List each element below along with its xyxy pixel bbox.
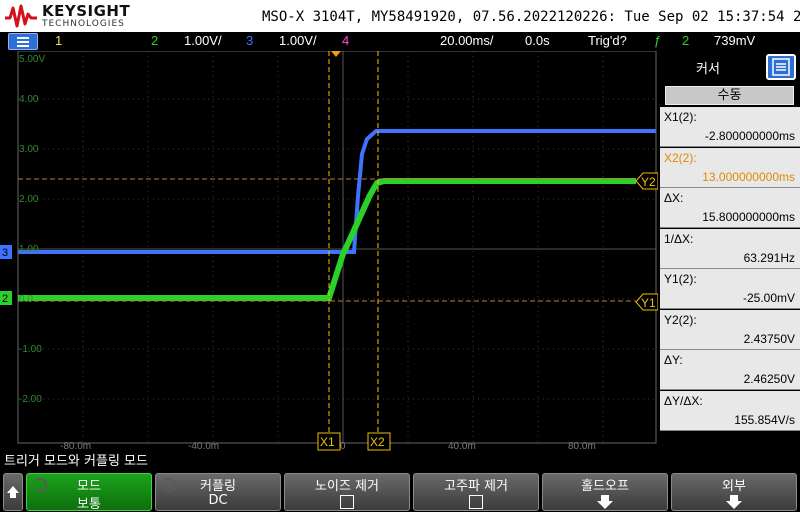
softkey-bar: 모드 보통 커플링 DC 노이즈 제거 고주파 제거 홀드오프 외부 bbox=[0, 472, 800, 512]
measurement-value: 13.000000000ms bbox=[702, 169, 795, 184]
y-axis-label: 2.00 bbox=[19, 194, 39, 205]
panel-menu-button[interactable] bbox=[766, 54, 796, 80]
instrument-title: MSO-X 3104T, MY58491920, 07.56.202212022… bbox=[262, 9, 800, 25]
trigger-level[interactable]: 739mV bbox=[714, 33, 755, 48]
header: KEYSIGHT TECHNOLOGIES MSO-X 3104T, MY584… bbox=[0, 0, 800, 32]
measurement-row: 1/ΔX: 63.291Hz bbox=[660, 228, 800, 269]
x-axis-label: 80.0m bbox=[568, 441, 596, 451]
up-arrow-icon bbox=[7, 486, 19, 498]
measurement-value: 15.800000000ms bbox=[702, 210, 795, 224]
measurement-row: X1(2): -2.800000000ms bbox=[660, 107, 800, 147]
x-axis-label: -40.0m bbox=[188, 441, 219, 451]
down-arrow-icon bbox=[597, 495, 613, 509]
time-delay[interactable]: 0.0s bbox=[525, 33, 550, 48]
timebase[interactable]: 20.00ms/ bbox=[440, 33, 493, 48]
measurement-row: ΔY: 2.46250V bbox=[660, 350, 800, 390]
cursor-x1-tag-label: X1 bbox=[320, 435, 335, 449]
y-axis-label: 5.00V bbox=[19, 54, 45, 65]
coupling-softkey-label: 커플링 bbox=[200, 479, 236, 494]
x-axis-label: 40.0m bbox=[448, 441, 476, 451]
trigger-status: Trig'd? bbox=[588, 33, 627, 48]
hf-reject-checkbox[interactable] bbox=[469, 495, 483, 509]
measurement-value: 155.854V/s bbox=[734, 412, 795, 427]
waveform-display[interactable]: Y2 Y1 X1 X2 3 2 5.00V 4.00 3.00 2.00 1.00 0.0… bbox=[0, 51, 658, 451]
cursor-mode-button[interactable]: 수동 bbox=[665, 86, 794, 105]
y-axis-label: 4.00 bbox=[19, 94, 39, 105]
measurement-label: ΔY: bbox=[664, 353, 683, 367]
channel-2-ground-label: 2 bbox=[2, 293, 8, 305]
external-label: 외부 bbox=[722, 479, 746, 494]
measurement-row: Y1(2): -25.00mV bbox=[660, 269, 800, 309]
measurement-label: Y2(2): bbox=[664, 312, 697, 327]
main-menu-button[interactable] bbox=[8, 33, 38, 50]
measurement-label: ΔX: bbox=[664, 191, 684, 205]
y-axis-label: -2.00 bbox=[19, 394, 42, 405]
measurement-row: X2(2): 13.000000000ms bbox=[660, 147, 800, 188]
panel-title: 커서 bbox=[696, 62, 720, 77]
measurement-row: ΔX: 15.800000000ms bbox=[660, 188, 800, 228]
measurement-value: 2.46250V bbox=[743, 372, 795, 386]
cursor-y1-tag-label: Y1 bbox=[641, 296, 656, 310]
holdoff-label: 홀드오프 bbox=[581, 479, 629, 494]
channel-3-scale[interactable]: 1.00V/ bbox=[279, 33, 317, 48]
noise-reject-softkey[interactable]: 노이즈 제거 bbox=[284, 473, 410, 511]
measurement-value: -25.00mV bbox=[742, 291, 795, 305]
status-bar: 1 2 1.00V/ 3 1.00V/ 4 20.00ms/ 0.0s Trig… bbox=[0, 32, 800, 51]
panel-header: 커서 bbox=[660, 51, 800, 81]
measurement-value: 2.43750V bbox=[743, 331, 795, 346]
channel-3-label[interactable]: 3 bbox=[246, 33, 253, 48]
hf-reject-label: 고주파 제거 bbox=[444, 479, 508, 494]
keysight-wave-icon bbox=[5, 4, 37, 28]
channel-1-label[interactable]: 1 bbox=[55, 33, 62, 48]
measurement-label: ΔY/ΔX: bbox=[664, 393, 703, 408]
measurement-row: Y2(2): 2.43750V bbox=[660, 309, 800, 350]
mode-softkey[interactable]: 모드 보통 bbox=[26, 473, 152, 512]
measurement-label: X2(2): bbox=[664, 150, 697, 165]
channel-2-label[interactable]: 2 bbox=[151, 33, 158, 48]
measurement-row: ΔY/ΔX: 155.854V/s bbox=[660, 390, 800, 431]
channel-2-scale[interactable]: 1.00V/ bbox=[184, 33, 222, 48]
y-axis-label: 0.0 bbox=[19, 294, 33, 305]
coupling-softkey-value: DC bbox=[208, 493, 228, 508]
down-arrow-icon bbox=[726, 495, 742, 509]
y-axis-label: 1.00 bbox=[19, 244, 39, 255]
measurement-label: X1(2): bbox=[664, 110, 697, 124]
trigger-position-marker bbox=[331, 51, 341, 57]
y-axis-label: 3.00 bbox=[19, 144, 39, 155]
noise-reject-label: 노이즈 제거 bbox=[315, 479, 379, 494]
measurement-value: 63.291Hz bbox=[743, 250, 795, 265]
menu-list-icon bbox=[772, 58, 790, 76]
waveform-graticule: Y2 Y1 X1 X2 3 2 5.00V 4.00 3.00 2.00 1.00 0.0… bbox=[0, 51, 658, 451]
graticule-border bbox=[17, 51, 657, 444]
y-axis-label: -1.00 bbox=[19, 344, 42, 355]
keysight-logo: KEYSIGHT TECHNOLOGIES bbox=[4, 1, 134, 31]
cursor-panel: 커서 수동 X1(2): -2.800000000ms X2(2): 13.00000… bbox=[660, 51, 800, 451]
measurement-value: -2.800000000ms bbox=[704, 129, 795, 143]
external-softkey[interactable]: 외부 bbox=[671, 473, 797, 511]
brand-name: KEYSIGHT bbox=[42, 2, 131, 20]
measurement-label: 1/ΔX: bbox=[664, 231, 694, 246]
noise-reject-checkbox[interactable] bbox=[340, 495, 354, 509]
cursor-x2-tag-label: X2 bbox=[370, 435, 385, 449]
softkey-menu-title: 트리거 모드와 커플링 모드 bbox=[0, 452, 800, 472]
hf-reject-softkey[interactable]: 고주파 제거 bbox=[413, 473, 539, 511]
channel-3-ground-label: 3 bbox=[2, 247, 8, 259]
mode-softkey-label: 모드 bbox=[77, 479, 101, 494]
measurement-label: Y1(2): bbox=[664, 272, 697, 286]
channel-4-label[interactable]: 4 bbox=[342, 33, 349, 48]
coupling-softkey[interactable]: 커플링 DC bbox=[155, 473, 281, 511]
trigger-source[interactable]: 2 bbox=[682, 33, 689, 48]
mode-softkey-value: 보통 bbox=[77, 497, 101, 512]
holdoff-softkey[interactable]: 홀드오프 bbox=[542, 473, 668, 511]
x-axis-label: 0 bbox=[340, 441, 346, 451]
x-axis-label: -80.0m bbox=[60, 441, 91, 451]
trigger-edge-icon: ƒ bbox=[654, 33, 662, 48]
back-button[interactable] bbox=[3, 473, 23, 511]
cursor-y2-tag-label: Y2 bbox=[641, 175, 656, 189]
brand-sub: TECHNOLOGIES bbox=[42, 19, 125, 29]
